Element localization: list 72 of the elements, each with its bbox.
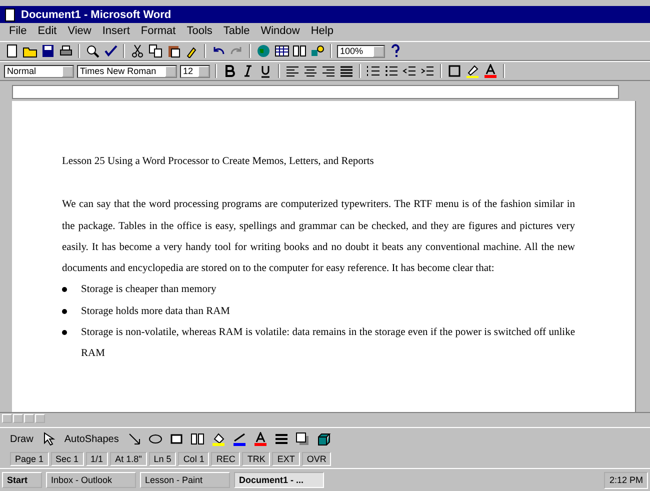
bullet-icon: [62, 330, 67, 336]
autoshapes-menu[interactable]: AutoShapes: [62, 434, 121, 444]
bulleted-list-icon[interactable]: [384, 64, 399, 78]
border-icon[interactable]: [447, 64, 462, 78]
bullet-icon: [62, 308, 67, 314]
highlighter-icon[interactable]: [465, 64, 480, 78]
menu-item[interactable]: Help: [310, 25, 334, 39]
window-title: Document1 - Microsoft Word: [21, 8, 172, 20]
status-field: REC: [211, 452, 240, 466]
status-field: EXT: [272, 452, 300, 466]
shapes-icon[interactable]: [310, 44, 325, 58]
status-field: At 1.8": [110, 452, 147, 466]
font-box[interactable]: Times New Roman: [77, 64, 177, 78]
align-right-icon[interactable]: [321, 64, 336, 78]
status-field: Sec 1: [50, 452, 84, 466]
taskbar-button[interactable]: Inbox - Outlook: [46, 472, 136, 488]
status-field: TRK: [242, 452, 270, 466]
shadow-icon[interactable]: [294, 432, 310, 446]
document-heading: Lesson 25 Using a Word Processor to Create Memos, Letters, and Reports: [62, 155, 375, 169]
line-style-icon[interactable]: [274, 432, 289, 446]
scissors-icon[interactable]: [130, 44, 145, 58]
indent-icon[interactable]: [420, 64, 435, 78]
table-icon[interactable]: [274, 44, 289, 58]
font-color-icon[interactable]: [483, 64, 498, 78]
taskbar-button[interactable]: Lesson - Paint: [140, 472, 230, 488]
printer-icon[interactable]: [58, 44, 73, 58]
zoom-box[interactable]: 100%: [337, 44, 385, 58]
menu-item[interactable]: File: [8, 25, 28, 39]
fill-color-icon[interactable]: [210, 432, 226, 446]
status-field: 1/1: [86, 452, 108, 466]
status-field: Ln 5: [148, 452, 176, 466]
numbered-list-icon[interactable]: [366, 64, 381, 78]
pointer-icon[interactable]: [41, 432, 56, 446]
menu-item[interactable]: Table: [222, 25, 251, 39]
columns-icon[interactable]: [190, 432, 205, 446]
justify-icon[interactable]: [339, 64, 354, 78]
columns-icon[interactable]: [292, 44, 307, 58]
bullet-text: Storage is cheaper than memory: [81, 283, 216, 298]
menu-item[interactable]: Tools: [186, 25, 214, 39]
menu-item[interactable]: Edit: [36, 25, 58, 39]
bullet-icon: [62, 287, 67, 292]
clock: 2:12 PM: [609, 475, 643, 485]
arrow-icon[interactable]: [126, 432, 142, 446]
clipboard-icon[interactable]: [166, 44, 181, 58]
taskbar-button[interactable]: Document1 - ...: [234, 472, 324, 488]
start-button[interactable]: Start: [2, 472, 42, 488]
page-icon[interactable]: [4, 44, 19, 58]
menu-item[interactable]: View: [66, 25, 92, 39]
page-icon[interactable]: [2, 8, 17, 22]
magnifier-icon[interactable]: [85, 44, 100, 58]
menu-item[interactable]: Format: [140, 25, 177, 39]
check-icon[interactable]: [103, 44, 118, 58]
oval-icon[interactable]: [148, 432, 163, 446]
copy-icon[interactable]: [148, 44, 163, 58]
style-box[interactable]: Normal: [4, 64, 74, 78]
line-color-icon[interactable]: [232, 432, 247, 446]
status-field: OVR: [302, 452, 332, 466]
font-color-icon[interactable]: [252, 432, 268, 446]
align-center-icon[interactable]: [303, 64, 318, 78]
status-field: Col 1: [178, 452, 210, 466]
size-box[interactable]: 12: [180, 64, 210, 78]
outdent-icon[interactable]: [402, 64, 417, 78]
bullet-text: Storage is non-volatile, whereas RAM is volatile: data remains in the storage even if the power is switched off unlike RAM: [81, 326, 575, 362]
menu-item[interactable]: Insert: [101, 25, 131, 39]
cube-icon[interactable]: [316, 432, 331, 446]
status-field: Page 1: [10, 452, 49, 466]
menu-item[interactable]: Window: [260, 25, 301, 39]
bullet-text: Storage holds more data than RAM: [81, 304, 230, 319]
body-paragraph: We can say that the word processing programs are computerized typewriters. The RTF menu is of the fashion similar in the package. Tables in the office is easy, spellings and grammar can be checked, and they are figures and pictures very easily. It has become a very handy tool for writing books and no doubt it beats any conventional machine. All the new documents and encyclopedia are stored on to the computer for easy reference. It has become clear that:: [62, 198, 575, 276]
draw-menu[interactable]: Draw: [8, 434, 36, 444]
rectangle-icon[interactable]: [168, 432, 184, 446]
align-left-icon[interactable]: [285, 64, 300, 78]
